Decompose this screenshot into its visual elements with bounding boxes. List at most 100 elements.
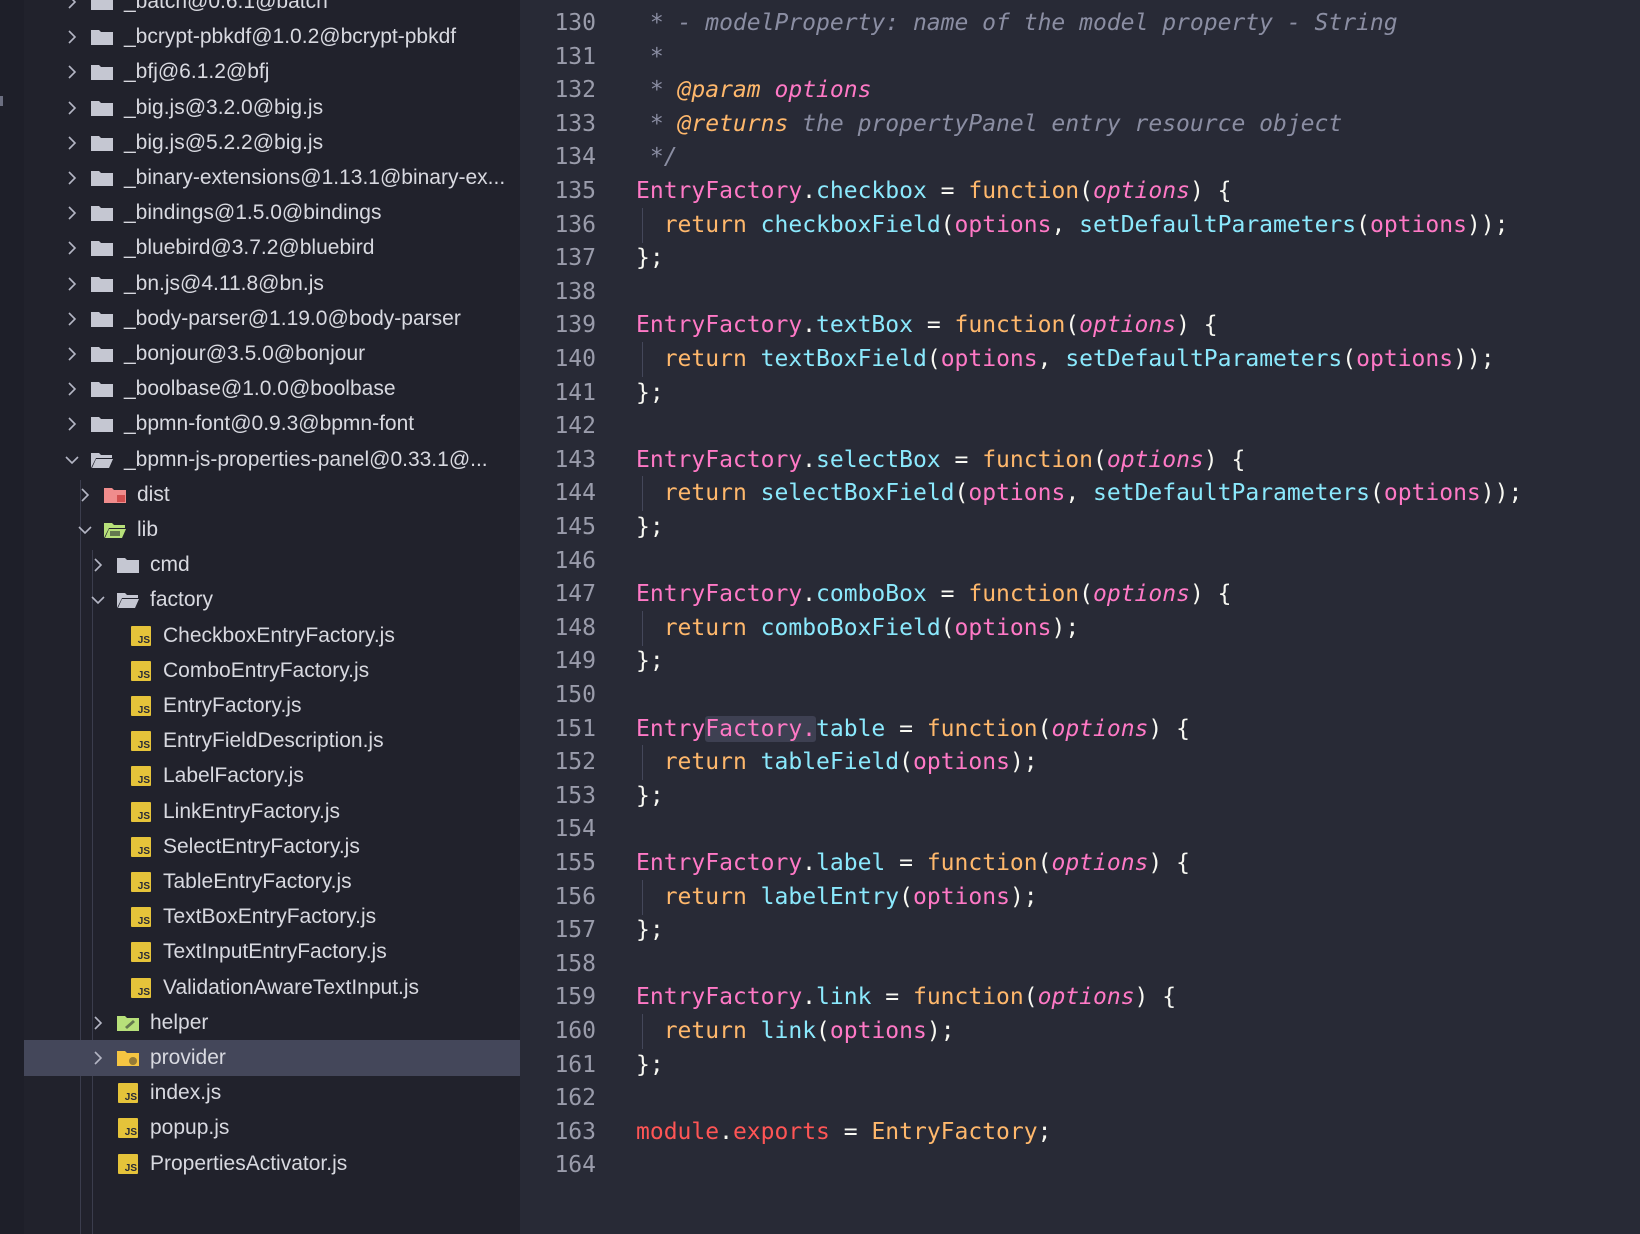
chevron-down-icon[interactable]	[88, 590, 108, 610]
code-line[interactable]: 163 module.exports = EntryFactory;	[520, 1115, 1640, 1150]
code-line[interactable]: 139 EntryFactory.textBox = function(optio…	[520, 308, 1640, 343]
tree-folder-item[interactable]: dist	[24, 477, 520, 513]
code-line[interactable]: 153};	[520, 779, 1640, 814]
tree-file-item[interactable]: JS SelectEntryFactory.js	[24, 829, 520, 865]
tree-folder-item[interactable]: provider	[24, 1040, 520, 1076]
chevron-right-icon[interactable]	[62, 274, 82, 294]
chevron-down-icon[interactable]	[75, 520, 95, 540]
tree-folder-item[interactable]: _bfj@6.1.2@bfj	[24, 54, 520, 90]
tree-file-item[interactable]: JS CheckboxEntryFactory.js	[24, 618, 520, 654]
tree-file-item[interactable]: JS TextInputEntryFactory.js	[24, 934, 520, 970]
code-line[interactable]: 146	[520, 544, 1640, 579]
tree-folder-item[interactable]: _boolbase@1.0.0@boolbase	[24, 371, 520, 407]
chevron-right-icon[interactable]	[62, 203, 82, 223]
tree-folder-item[interactable]: _bn.js@4.11.8@bn.js	[24, 266, 520, 302]
code-editor[interactable]: 130 * - modelProperty: name of the model…	[520, 0, 1640, 1234]
code-line[interactable]: 145};	[520, 510, 1640, 545]
tree-file-item[interactable]: JS LabelFactory.js	[24, 758, 520, 794]
code-line[interactable]: 142	[520, 409, 1640, 444]
code-line[interactable]: 134 */	[520, 140, 1640, 175]
code-line[interactable]: 148 return comboBoxField(options);	[520, 610, 1640, 646]
code-line[interactable]: 149};	[520, 644, 1640, 679]
code-line[interactable]: 161};	[520, 1048, 1640, 1083]
tree-folder-item[interactable]: _binary-extensions@1.13.1@binary-ex...	[24, 160, 520, 196]
code-line[interactable]: 132 * @param options	[520, 73, 1640, 108]
tree-file-item[interactable]: JS TextBoxEntryFactory.js	[24, 899, 520, 935]
code-line[interactable]: 160 return link(options);	[520, 1014, 1640, 1049]
tree-item-label: _bpmn-font@0.9.3@bpmn-font	[124, 412, 415, 436]
code-line[interactable]: 150	[520, 678, 1640, 713]
code-line[interactable]: 137};	[520, 241, 1640, 276]
code-token: link	[760, 1018, 817, 1044]
tree-file-item[interactable]: JS ComboEntryFactory.js	[24, 653, 520, 689]
tree-folder-item[interactable]: _bcrypt-pbkdf@1.0.2@bcrypt-pbkdf	[24, 19, 520, 55]
chevron-right-icon[interactable]	[62, 0, 82, 12]
chevron-right-icon[interactable]	[88, 555, 108, 575]
tree-file-item[interactable]: JS popup.js	[24, 1110, 520, 1146]
tree-file-item[interactable]: JS EntryFieldDescription.js	[24, 723, 520, 759]
code-token: *	[636, 110, 678, 137]
tree-folder-item[interactable]: _big.js@5.2.2@big.js	[24, 125, 520, 161]
code-line[interactable]: 154	[520, 812, 1640, 847]
code-line[interactable]: 151 EntryFactory.table = function(options…	[520, 712, 1640, 747]
code-line[interactable]: 130 * - modelProperty: name of the model…	[520, 6, 1640, 41]
code-line[interactable]: 135 EntryFactory.checkbox = function(opti…	[520, 174, 1640, 209]
js-file-icon: JS	[118, 1083, 138, 1104]
code-line[interactable]: 157};	[520, 913, 1640, 948]
tree-file-item[interactable]: JS index.js	[24, 1075, 520, 1111]
chevron-right-icon[interactable]	[62, 133, 82, 153]
tree-folder-item[interactable]: _batch@0.6.1@batch	[24, 0, 520, 20]
tree-folder-item[interactable]: helper	[24, 1005, 520, 1041]
code-token: .	[802, 446, 817, 473]
tree-folder-item[interactable]: cmd	[24, 547, 520, 583]
chevron-down-icon[interactable]	[62, 450, 82, 470]
chevron-right-icon[interactable]	[62, 414, 82, 434]
code-token: *	[636, 43, 664, 70]
tree-folder-item[interactable]: _bpmn-js-properties-panel@0.33.1@...	[24, 442, 520, 478]
tree-folder-item[interactable]: _bluebird@3.7.2@bluebird	[24, 230, 520, 266]
code-line[interactable]: 138	[520, 275, 1640, 310]
chevron-right-icon[interactable]	[62, 238, 82, 258]
code-text: };	[636, 913, 664, 948]
tree-file-item[interactable]: JS LinkEntryFactory.js	[24, 794, 520, 830]
code-line[interactable]: 159 EntryFactory.link = function(options)…	[520, 980, 1640, 1015]
code-line[interactable]: 141};	[520, 376, 1640, 411]
tree-folder-item[interactable]: factory	[24, 582, 520, 618]
code-line[interactable]: 164	[520, 1148, 1640, 1183]
chevron-right-icon[interactable]	[75, 485, 95, 505]
tree-file-item[interactable]: JS PropertiesActivator.js	[24, 1146, 520, 1182]
code-line[interactable]: 147 EntryFactory.comboBox = function(opti…	[520, 577, 1640, 612]
code-token: );	[1009, 883, 1038, 910]
code-line[interactable]: 133 * @returns the propertyPanel entry r…	[520, 107, 1640, 142]
tree-folder-item[interactable]: _body-parser@1.19.0@body-parser	[24, 301, 520, 337]
tree-file-item[interactable]: JS EntryFactory.js	[24, 688, 520, 724]
chevron-right-icon[interactable]	[62, 168, 82, 188]
js-file-icon-glyph: JS	[124, 1162, 137, 1174]
code-line[interactable]: 140 return textBoxField(options, setDefa…	[520, 342, 1640, 377]
chevron-right-icon[interactable]	[62, 98, 82, 118]
chevron-right-icon[interactable]	[62, 27, 82, 47]
code-line[interactable]: 131 *	[520, 40, 1640, 75]
code-line[interactable]: 152 return tableField(options);	[520, 745, 1640, 781]
code-line[interactable]: 162	[520, 1081, 1640, 1116]
chevron-right-icon[interactable]	[88, 1013, 108, 1033]
tree-file-item[interactable]: JS TableEntryFactory.js	[24, 864, 520, 900]
chevron-right-icon[interactable]	[62, 62, 82, 82]
tree-folder-item[interactable]: _big.js@3.2.0@big.js	[24, 90, 520, 126]
chevron-right-icon[interactable]	[62, 379, 82, 399]
chevron-right-icon[interactable]	[88, 1048, 108, 1068]
chevron-right-icon[interactable]	[62, 344, 82, 364]
chevron-right-icon[interactable]	[62, 309, 82, 329]
code-line[interactable]: 155 EntryFactory.label = function(options…	[520, 846, 1640, 881]
code-line[interactable]: 156 return labelEntry(options);	[520, 879, 1640, 915]
code-line[interactable]: 144 return selectBoxField(options, setDe…	[520, 476, 1640, 512]
tree-file-item[interactable]: JS ValidationAwareTextInput.js	[24, 970, 520, 1006]
tree-folder-item[interactable]: _bonjour@3.5.0@bonjour	[24, 336, 520, 372]
code-line[interactable]: 158	[520, 947, 1640, 982]
code-line[interactable]: 136 return checkboxField(options, setDef…	[520, 207, 1640, 243]
tree-folder-item[interactable]: _bindings@1.5.0@bindings	[24, 195, 520, 231]
tree-folder-item[interactable]: _bpmn-font@0.9.3@bpmn-font	[24, 406, 520, 442]
tree-folder-item[interactable]: lib	[24, 512, 520, 548]
code-line[interactable]: 143 EntryFactory.selectBox = function(opt…	[520, 443, 1640, 478]
